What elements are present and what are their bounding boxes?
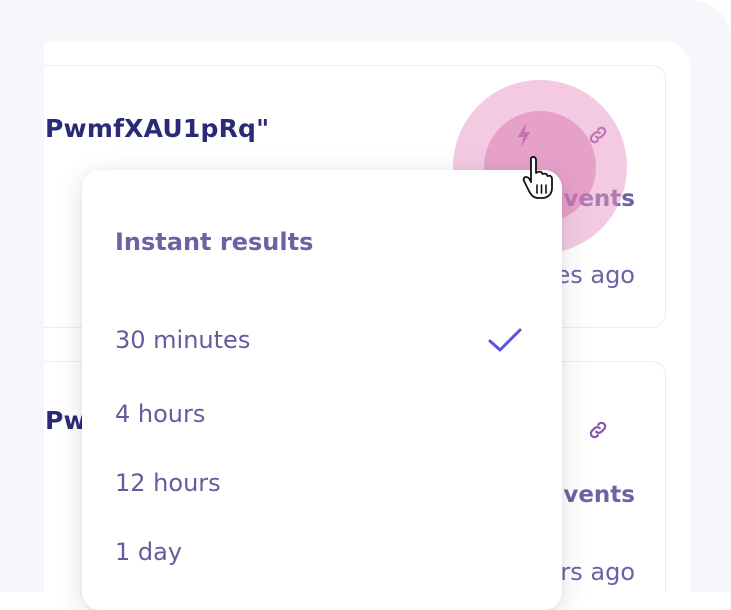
- timestamp: rs ago: [560, 558, 635, 586]
- timestamp: es ago: [555, 261, 635, 289]
- dropdown-option-label: 4 hours: [115, 400, 206, 428]
- dropdown-option-1-day[interactable]: 1 day: [82, 527, 562, 577]
- dropdown-header: Instant results: [115, 228, 314, 256]
- card-title: PwmfXAU1pRq": [45, 114, 270, 143]
- link-icon[interactable]: [585, 417, 611, 443]
- dropdown-option-label: 30 minutes: [115, 326, 251, 354]
- dropdown-option-30-minutes[interactable]: 30 minutes: [82, 315, 562, 365]
- hand-pointer-cursor-icon: [522, 155, 562, 205]
- dropdown-option-label: 1 day: [115, 538, 183, 566]
- events-count: vents: [563, 482, 635, 508]
- dropdown-option-4-hours[interactable]: 4 hours: [82, 389, 562, 439]
- dropdown-option-label: 12 hours: [115, 469, 221, 497]
- card-title: Pw: [45, 406, 87, 435]
- instant-results-dropdown[interactable]: Instant results 30 minutes 4 hours 12 ho…: [82, 170, 562, 610]
- checkmark-icon: [487, 325, 523, 359]
- dropdown-option-12-hours[interactable]: 12 hours: [82, 458, 562, 508]
